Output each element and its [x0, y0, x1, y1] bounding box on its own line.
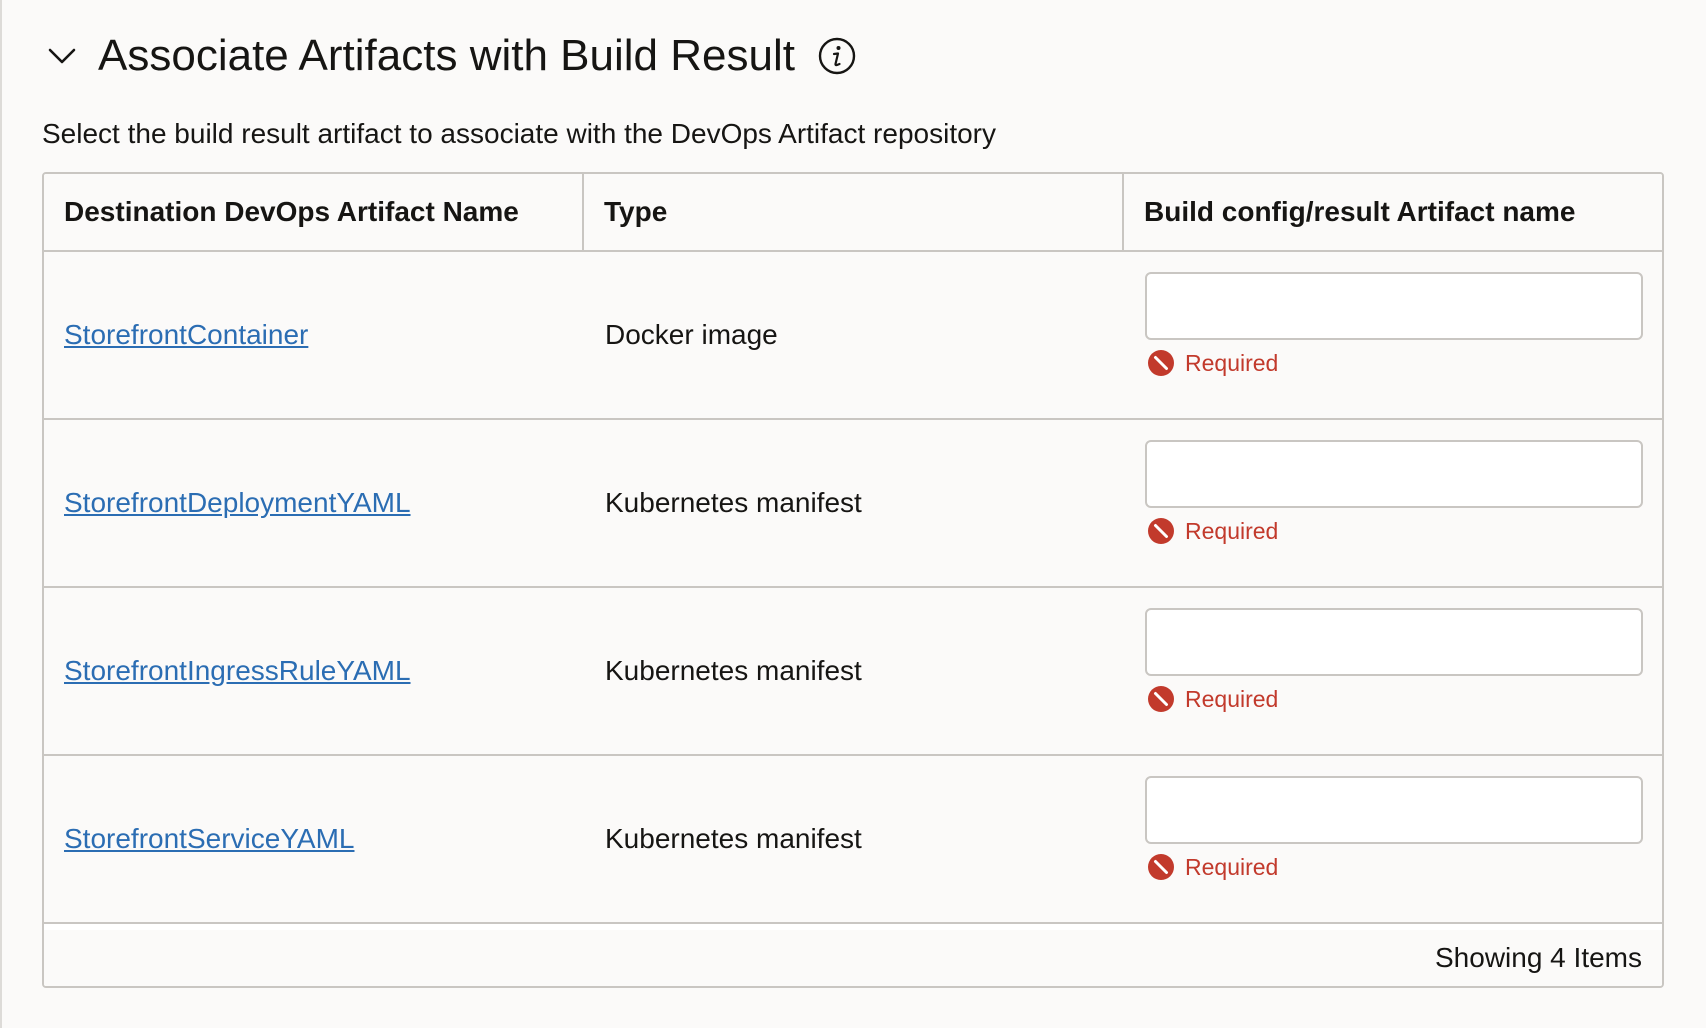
info-icon[interactable]	[817, 36, 857, 76]
column-header-type: Type	[584, 174, 1124, 250]
error-icon	[1147, 349, 1175, 377]
validation-error: Required	[1147, 852, 1278, 882]
error-message: Required	[1185, 685, 1279, 712]
cell-type: Kubernetes manifest	[605, 588, 1124, 754]
section-title: Associate Artifacts with Build Result	[98, 31, 795, 80]
error-message: Required	[1185, 349, 1279, 376]
error-message: Required	[1185, 517, 1279, 544]
error-message: Required	[1185, 853, 1279, 880]
cell-type: Kubernetes manifest	[605, 756, 1124, 922]
table-row: StorefrontIngressRuleYAML Kubernetes man…	[44, 588, 1662, 756]
section-header: Associate Artifacts with Build Result	[44, 26, 857, 86]
artifacts-table: Destination DevOps Artifact Name Type Bu…	[42, 172, 1664, 988]
column-header-build-artifact: Build config/result Artifact name	[1144, 196, 1576, 227]
validation-error: Required	[1147, 684, 1278, 714]
artifact-type: Kubernetes manifest	[605, 655, 862, 686]
artifact-link[interactable]: StorefrontIngressRuleYAML	[64, 655, 411, 687]
error-icon	[1147, 853, 1175, 881]
artifact-type: Kubernetes manifest	[605, 487, 862, 518]
table-row: StorefrontContainer Docker image Require…	[44, 252, 1662, 420]
build-artifact-input[interactable]	[1145, 272, 1643, 340]
cell-artifact-name: StorefrontDeploymentYAML	[64, 420, 584, 586]
cell-build-artifact: Required	[1145, 756, 1645, 922]
table-header: Destination DevOps Artifact Name Type Bu…	[44, 174, 1662, 252]
associate-artifacts-panel: Associate Artifacts with Build Result Se…	[0, 0, 1706, 1028]
cell-artifact-name: StorefrontContainer	[64, 252, 584, 418]
cell-build-artifact: Required	[1145, 420, 1645, 586]
cell-build-artifact: Required	[1145, 588, 1645, 754]
artifact-type: Kubernetes manifest	[605, 823, 862, 854]
validation-error: Required	[1147, 516, 1278, 546]
build-artifact-input[interactable]	[1145, 440, 1643, 508]
build-artifact-input[interactable]	[1145, 776, 1643, 844]
cell-build-artifact: Required	[1145, 252, 1645, 418]
cell-artifact-name: StorefrontServiceYAML	[64, 756, 584, 922]
error-icon	[1147, 517, 1175, 545]
build-artifact-input[interactable]	[1145, 608, 1643, 676]
section-description: Select the build result artifact to asso…	[42, 118, 996, 149]
artifact-type: Docker image	[605, 319, 778, 350]
cell-artifact-name: StorefrontIngressRuleYAML	[64, 588, 584, 754]
validation-error: Required	[1147, 348, 1278, 378]
table-footer: Showing 4 Items	[44, 930, 1662, 986]
chevron-down-icon[interactable]	[44, 38, 80, 74]
table-row: StorefrontServiceYAML Kubernetes manifes…	[44, 756, 1662, 924]
artifact-link[interactable]: StorefrontDeploymentYAML	[64, 487, 411, 519]
artifact-link[interactable]: StorefrontServiceYAML	[64, 823, 355, 855]
error-icon	[1147, 685, 1175, 713]
cell-type: Docker image	[605, 252, 1124, 418]
artifact-link[interactable]: StorefrontContainer	[64, 319, 308, 351]
column-header-destination: Destination DevOps Artifact Name	[44, 174, 584, 250]
cell-type: Kubernetes manifest	[605, 420, 1124, 586]
item-count: Showing 4 Items	[1435, 942, 1642, 973]
table-row: StorefrontDeploymentYAML Kubernetes mani…	[44, 420, 1662, 588]
